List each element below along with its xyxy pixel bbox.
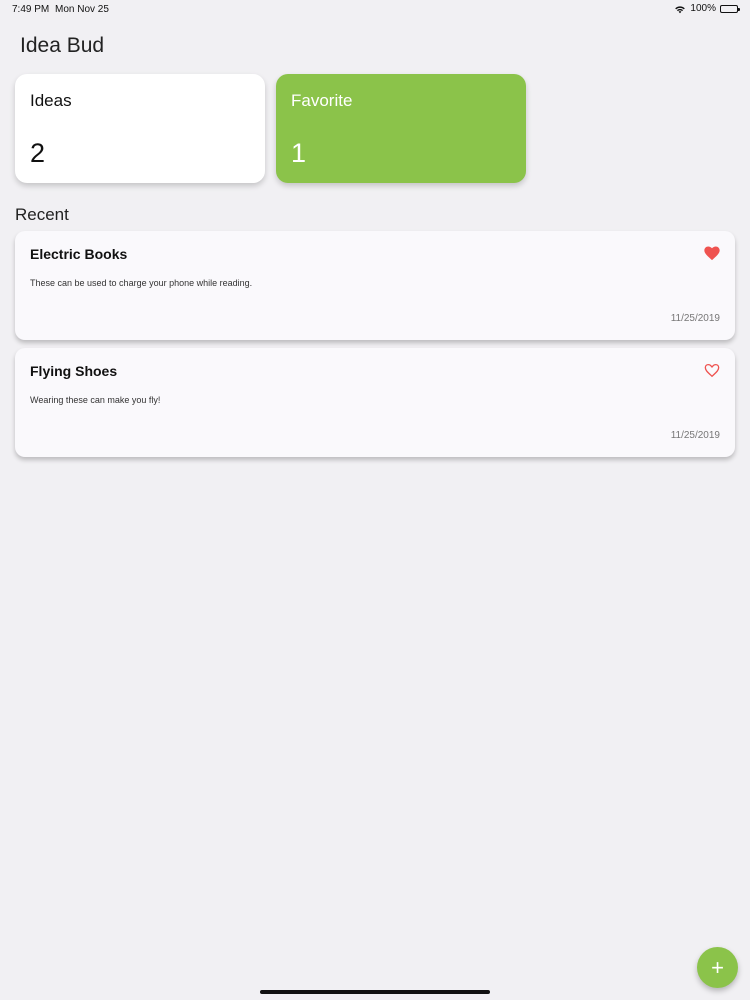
idea-description: Wearing these can make you fly! xyxy=(30,395,161,405)
status-right: 100% xyxy=(674,3,740,14)
ideas-stat-count: 2 xyxy=(30,138,46,168)
idea-date: 11/25/2019 xyxy=(670,313,720,324)
idea-card[interactable]: Flying Shoes Wearing these can make you … xyxy=(15,348,735,457)
wifi-icon xyxy=(675,5,686,13)
heart-filled-icon[interactable] xyxy=(704,246,720,261)
heart-outline-icon[interactable] xyxy=(704,363,720,378)
idea-description: These can be used to charge your phone w… xyxy=(30,278,253,288)
idea-title: Flying Shoes xyxy=(30,363,118,379)
battery-icon xyxy=(720,4,740,13)
favorite-stat-card[interactable]: Favorite 1 xyxy=(276,74,526,183)
battery-percent: 100% xyxy=(690,3,716,14)
idea-card[interactable]: Electric Books These can be used to char… xyxy=(15,231,735,340)
status-bar: 7:49 PM Mon Nov 25 100% xyxy=(0,0,750,18)
status-date: Mon Nov 25 xyxy=(55,4,109,15)
favorite-stat-label: Favorite xyxy=(291,91,353,110)
ideas-stat-card[interactable]: Ideas 2 xyxy=(15,74,265,183)
ideas-stat-label: Ideas xyxy=(30,91,72,110)
home-indicator xyxy=(260,990,490,994)
add-idea-button[interactable]: + xyxy=(697,947,738,988)
page-title: Idea Bud xyxy=(20,34,105,57)
recent-section-title: Recent xyxy=(15,205,69,224)
idea-date: 11/25/2019 xyxy=(670,430,720,441)
idea-title: Electric Books xyxy=(30,246,128,262)
favorite-stat-count: 1 xyxy=(291,138,307,168)
status-time: 7:49 PM xyxy=(12,4,50,15)
